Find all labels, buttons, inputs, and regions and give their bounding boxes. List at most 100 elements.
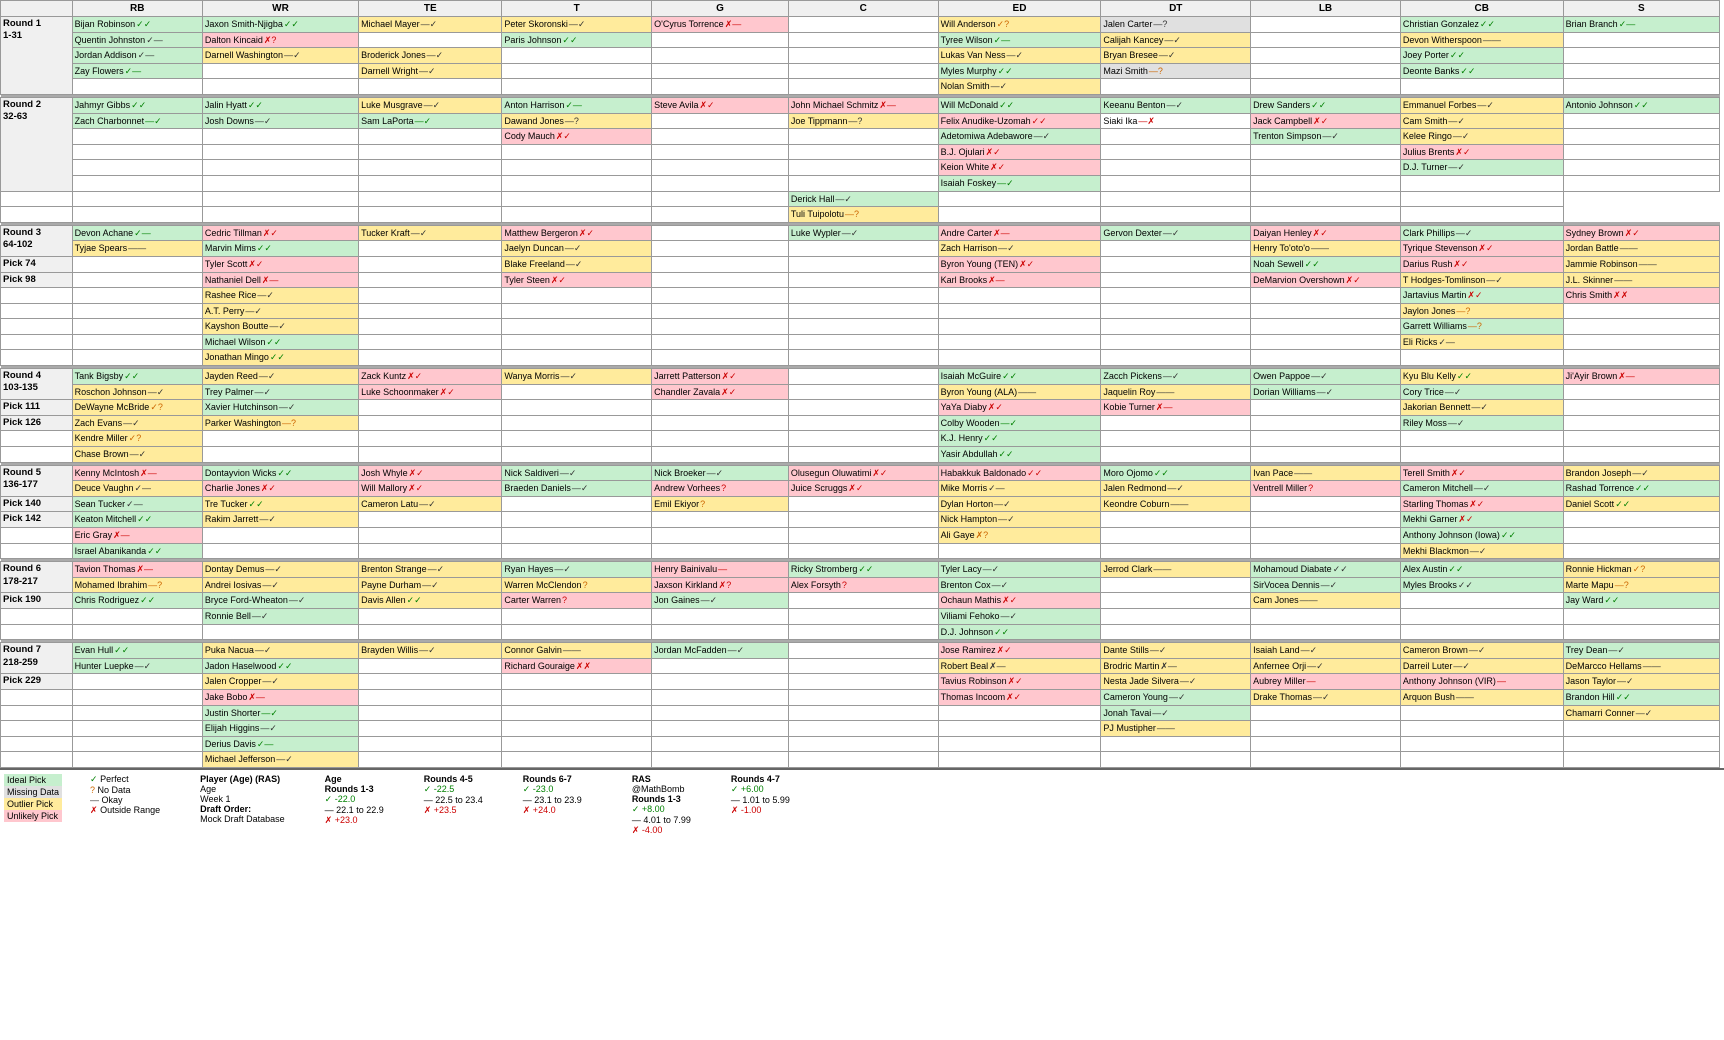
r2-wr-2: Josh Downs—✓ — [202, 113, 358, 129]
r1-lb-3 — [1251, 48, 1401, 64]
r2-lb-1: Drew Sanders✓✓ — [1251, 97, 1401, 113]
r1-c-1 — [788, 17, 938, 33]
r5-t-1: Nick Saldiveri—✓ — [502, 465, 652, 481]
r1-rb-2: Quentin Johnston✓— — [72, 32, 202, 48]
r4e-ed: K.J. Henry✓✓ — [938, 431, 1101, 447]
p140-wr: Tre Tucker✓✓ — [202, 496, 358, 512]
r1-te-4: Darnell Wright—✓ — [359, 63, 502, 79]
r7e-t — [502, 705, 652, 721]
r1-wr-4 — [202, 63, 358, 79]
p98-c — [788, 272, 938, 288]
p229-wr: Jalen Cropper—✓ — [202, 674, 358, 690]
key-ideal-label: Ideal Pick — [4, 774, 62, 786]
r4e-wr — [202, 431, 358, 447]
r2-dt-1: Keeanu Benton—✓ — [1101, 97, 1251, 113]
r6-dt-2 — [1101, 577, 1251, 593]
r7-te-2 — [359, 658, 502, 674]
r1-cb-3: Joey Porter✓✓ — [1400, 48, 1563, 64]
r3extra-t — [502, 288, 652, 304]
r3d-g — [652, 334, 789, 350]
r1-cb-5 — [1400, 79, 1563, 95]
r2-rb-1: Jahmyr Gibbs✓✓ — [72, 97, 202, 113]
r7-ed-1: Jose Ramirez✗✓ — [938, 643, 1101, 659]
r5f-c — [788, 543, 938, 559]
r7e-s: Chamarri Conner—✓ — [1563, 705, 1719, 721]
key-nodata: ? No Data — [90, 785, 160, 795]
r5-dt-1: Moro Ojomo✓✓ — [1101, 465, 1251, 481]
p229-dt: Nesta Jade Silvera—✓ — [1101, 674, 1251, 690]
r7e-ed — [938, 705, 1101, 721]
r4-g-2: Chandler Zavala✗✓ — [652, 384, 789, 400]
r3b-label — [1, 303, 73, 319]
p98-cb: T Hodges-Tomlinson—✓ — [1400, 272, 1563, 288]
r4f-s — [1563, 447, 1719, 463]
r3e-g — [652, 350, 789, 366]
r6f-t — [502, 624, 652, 640]
p111-s — [1563, 400, 1719, 416]
r6e-cb — [1400, 608, 1563, 624]
r5f-te — [359, 543, 502, 559]
p140-rb: Sean Tucker✓— — [72, 496, 202, 512]
r4-t-2 — [502, 384, 652, 400]
r7d-s: Brandon Hill✓✓ — [1563, 689, 1719, 705]
r1-rb-4: Zay Flowers✓— — [72, 63, 202, 79]
r1-t-5 — [502, 79, 652, 95]
r5f-rb: Israel Abanikanda✓✓ — [72, 543, 202, 559]
p111-g — [652, 400, 789, 416]
round5-label: Round 5136-177 — [1, 465, 73, 496]
r5-wr-2: Charlie Jones✗✓ — [202, 481, 358, 497]
r3-ed-2: Zach Harrison—✓ — [938, 241, 1101, 257]
r1-t-3 — [502, 48, 652, 64]
r7d-c — [788, 689, 938, 705]
r6e-s — [1563, 608, 1719, 624]
pick126-label: Pick 126 — [1, 415, 73, 431]
key-ras-r47-dash: — 1.01 to 5.99 — [731, 795, 790, 805]
r2-rb-8 — [1, 207, 73, 223]
r7g-lb — [1251, 736, 1401, 752]
key-unlikely-label: Unlikely Pick — [4, 810, 62, 822]
r1-t-1: Peter Skoronski—✓ — [502, 17, 652, 33]
r5f-s — [1563, 543, 1719, 559]
r4-rb-2: Roschon Johnson—✓ — [72, 384, 202, 400]
r6-te-1: Brenton Strange—✓ — [359, 562, 502, 578]
r4-wr-2: Trey Palmer—✓ — [202, 384, 358, 400]
r3e-te — [359, 350, 502, 366]
r7e-g — [652, 705, 789, 721]
r2-cb-4: Julius Brents✗✓ — [1400, 144, 1563, 160]
r4-cb-2: Cory Trice—✓ — [1400, 384, 1563, 400]
r7-ed-2: Robert Beal✗— — [938, 658, 1101, 674]
r1-s-4 — [1563, 63, 1719, 79]
r2-ed-7: Derick Hall—✓ — [788, 191, 938, 207]
r7h-g — [652, 752, 789, 768]
p142-g — [652, 512, 789, 528]
r2-ed-4: B.J. Ojulari✗✓ — [938, 144, 1101, 160]
r3extra-dt — [1101, 288, 1251, 304]
r4f-label — [1, 447, 73, 463]
r4f-cb — [1400, 447, 1563, 463]
p140-te: Cameron Latu—✓ — [359, 496, 502, 512]
r2-c-6 — [788, 175, 938, 191]
r3-dt-1: Gervon Dexter—✓ — [1101, 225, 1251, 241]
round2-label: Round 232-63 — [1, 97, 73, 191]
r7-s-2: DeMarcco Hellams—— — [1563, 658, 1719, 674]
r2-cb-1: Emmanuel Forbes—✓ — [1400, 97, 1563, 113]
r5-s-2: Rashad Torrence✓✓ — [1563, 481, 1719, 497]
p190-rb: Chris Rodriguez✓✓ — [72, 593, 202, 609]
key-missing-label: Missing Data — [4, 786, 62, 798]
r1-wr-1: Jaxon Smith-Njigba✓✓ — [202, 17, 358, 33]
key-r13-check: ✓ -22.0 — [325, 794, 384, 805]
r7f-wr: Elijah Higgins—✓ — [202, 721, 358, 737]
key-r45-x: ✗ +23.5 — [424, 805, 483, 816]
r7-c-1 — [788, 643, 938, 659]
r2-c-8 — [652, 207, 789, 223]
r6-rb-2: Mohamed Ibrahim—? — [72, 577, 202, 593]
r3-cb-2: Tyrique Stevenson✗✓ — [1400, 241, 1563, 257]
r3c-t — [502, 319, 652, 335]
pick142-label: Pick 142 — [1, 512, 73, 528]
key-age-header: Age — [325, 774, 384, 784]
r7f-g — [652, 721, 789, 737]
r3extra-label — [1, 288, 73, 304]
r3b-lb — [1251, 303, 1401, 319]
r7e-dt: Jonah Tavai—✓ — [1101, 705, 1251, 721]
r2-te-8 — [202, 207, 358, 223]
